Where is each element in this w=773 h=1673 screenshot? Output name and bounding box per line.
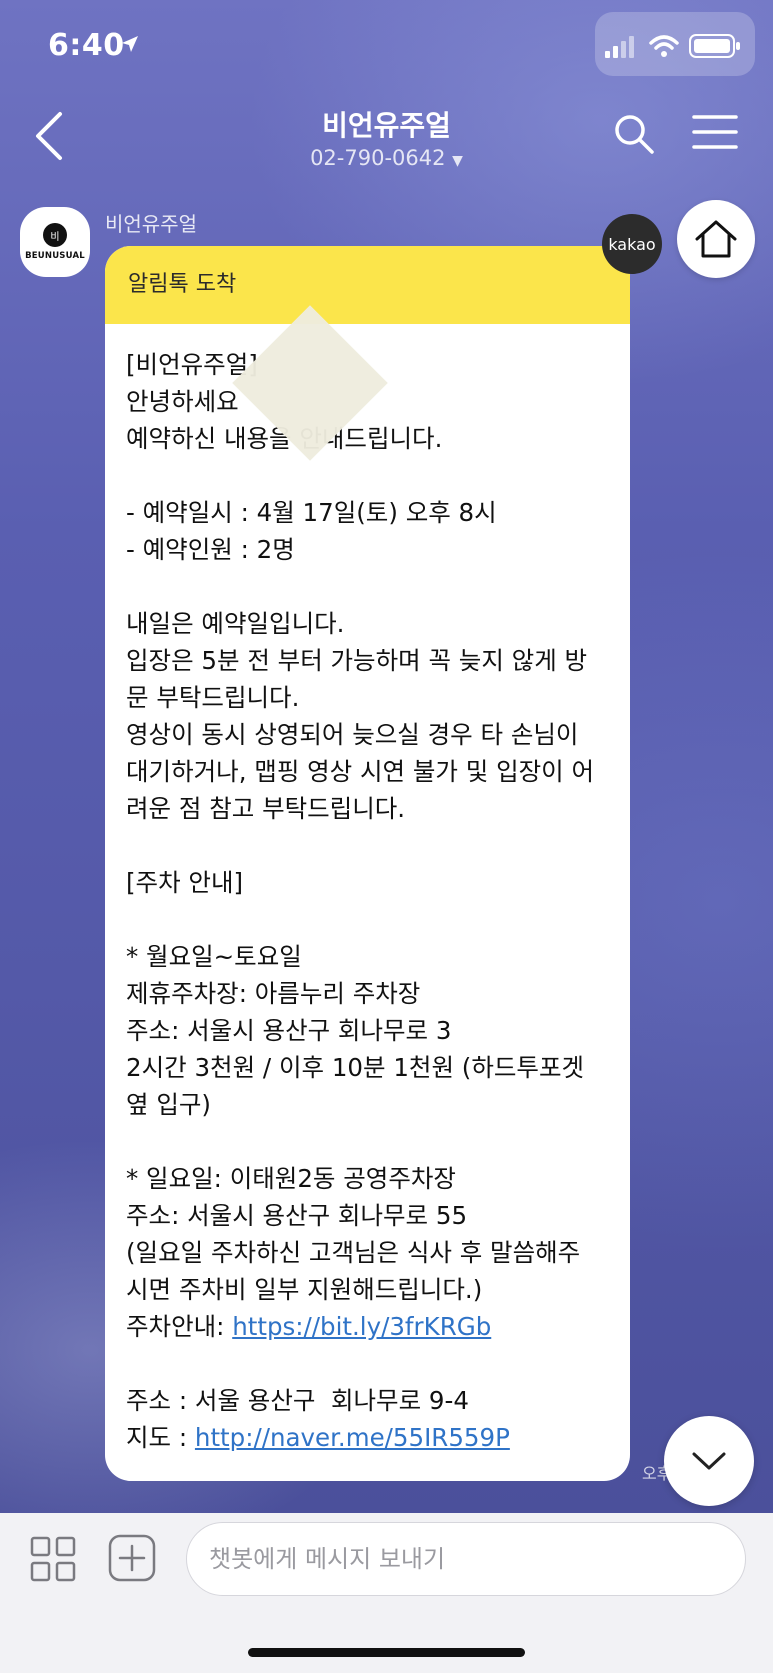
status-indicators [595,12,755,76]
hamburger-menu-icon [692,115,738,149]
chevron-down-icon [692,1452,726,1470]
location-arrow-icon [122,36,138,52]
attach-button[interactable] [108,1534,156,1582]
cellular-signal-icon [605,36,634,58]
home-button[interactable] [677,200,755,278]
parking-link[interactable]: https://bit.ly/3frKRGb [232,1312,491,1341]
menu-button[interactable] [692,112,738,152]
address-line: 주소 : 서울 용산구 회나무로 9-4 [126,1386,469,1415]
menu-grid-button[interactable] [30,1536,76,1582]
message-input[interactable] [186,1522,746,1596]
chat-phone[interactable]: 02-790-0642 ▼ [0,146,773,170]
plus-icon [108,1534,156,1582]
search-button[interactable] [612,112,656,156]
search-icon [615,115,654,154]
caret-down-icon: ▼ [452,153,463,169]
battery-icon [689,34,740,58]
chat-title[interactable]: 비언유주얼 [0,104,773,144]
scroll-down-button[interactable] [664,1416,754,1506]
map-link[interactable]: http://naver.me/55IR559P [195,1423,510,1452]
sender-name: 비언유주얼 [105,212,197,236]
kakao-badge: kakao [602,214,662,274]
message-text: [비언유주얼] 안녕하세요 예약하신 내용을 안내드립니다. - 예약일시 : … [126,350,595,1304]
phone-number: 02-790-0642 [310,146,446,170]
avatar-logo-text: BEUNUSUAL [25,251,85,261]
message-bubble: 알림톡 도착 [비언유주얼] 안녕하세요 예약하신 내용을 안내드립니다. - … [105,246,630,1481]
parking-link-label: 주차안내: [126,1312,233,1341]
map-link-label: 지도 : [126,1423,195,1452]
home-indicator [248,1648,525,1657]
message-header: 알림톡 도착 [105,246,630,324]
wifi-icon [649,35,679,57]
grid-icon [30,1536,76,1582]
avatar-logo-mark: 비 [43,223,67,247]
sender-avatar[interactable]: 비 BEUNUSUAL [20,207,90,277]
input-bar [0,1513,773,1673]
message-body: [비언유주얼] 안녕하세요 예약하신 내용을 안내드립니다. - 예약일시 : … [105,324,630,1456]
status-bar: 6:40 [0,0,773,90]
status-time: 6:40 [48,28,125,63]
chat-header: 비언유주얼 02-790-0642 ▼ [0,90,773,190]
home-icon [695,220,737,258]
